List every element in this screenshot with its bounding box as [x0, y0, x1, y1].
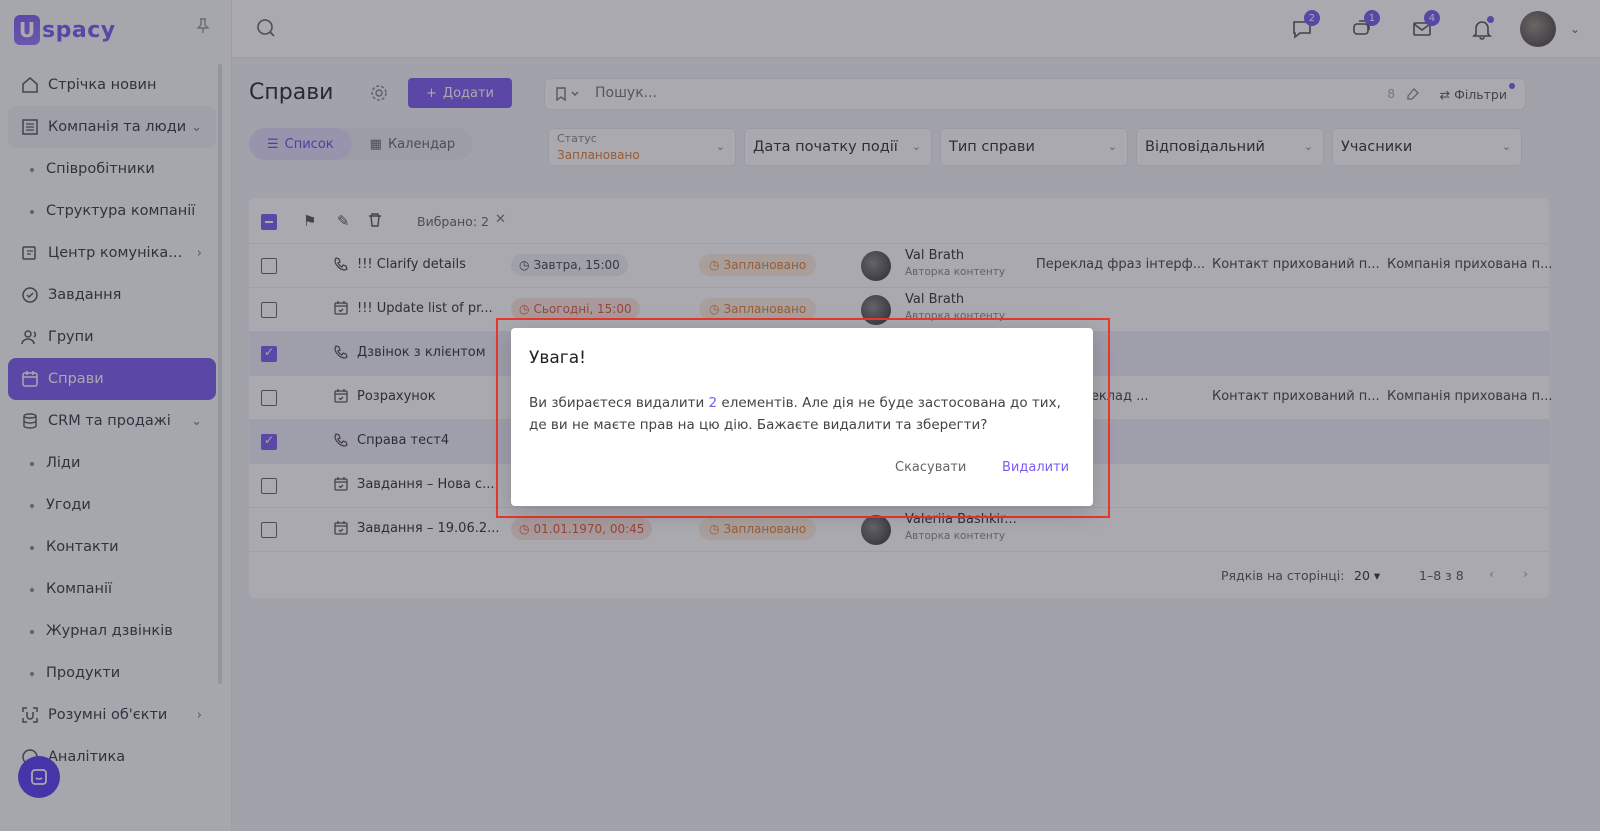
dialog-title: Увага! — [529, 348, 586, 368]
dialog-message-start: Ви збираєтеся видалити — [529, 395, 709, 411]
app-root: U spacy Стрічка новин Компанія та люди ⌄… — [0, 0, 1600, 831]
confirm-dialog: Увага! Ви збираєтеся видалити 2 елементі… — [511, 328, 1093, 506]
delete-button[interactable]: Видалити — [1002, 460, 1069, 475]
dialog-count: 2 — [708, 395, 718, 411]
cancel-button[interactable]: Скасувати — [895, 460, 966, 475]
dialog-message: Ви збираєтеся видалити 2 елементів. Але … — [529, 392, 1069, 436]
